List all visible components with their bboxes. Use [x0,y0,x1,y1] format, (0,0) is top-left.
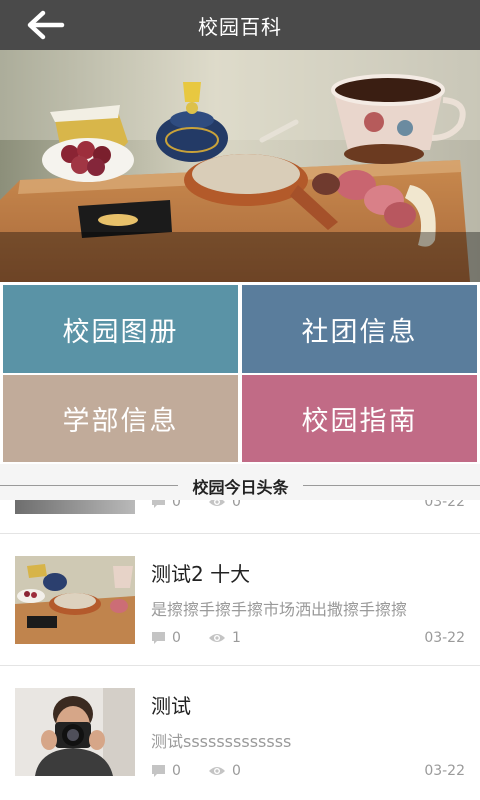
eye-icon [209,634,225,642]
section-title: 校园今日头条 [192,478,289,497]
tile-campus-album[interactable]: 校园图册 [3,285,238,373]
comment-icon [152,765,165,777]
comment-count: 0 [151,630,181,646]
top-bar: 校园百科 [0,0,480,50]
comment-count-value: 0 [172,763,181,779]
news-title: 测试 [151,694,191,718]
hero-banner[interactable] [0,50,480,282]
news-meta: 0 0 03-22 [151,763,465,781]
news-meta: 0 1 03-22 [151,630,465,648]
back-button[interactable] [22,8,68,42]
tile-department-info-label: 学部信息 [62,406,179,437]
category-tiles: 校园图册 社团信息 学部信息 校园指南 [0,282,480,464]
news-item[interactable]: 测试2 十大 是擦擦手擦手擦市场洒出撒擦手擦擦 0 1 03-22 [0,534,480,665]
news-thumbnail [15,556,135,644]
news-date: 03-22 [424,630,465,646]
breakfast-thumbnail [15,556,135,644]
view-count: 1 [208,630,241,646]
news-summary: 测试sssssssssssss [151,732,292,751]
news-list[interactable]: 0 0 03-22 测试2 十大 是擦擦手擦手擦市场洒出撒擦手擦擦 0 1 03… [0,470,480,800]
tile-campus-guide[interactable]: 校园指南 [242,375,477,462]
tile-club-info[interactable]: 社团信息 [242,285,477,373]
arrow-left-icon [27,10,65,40]
page-title: 校园百科 [198,14,282,39]
comment-count: 0 [151,763,181,779]
view-count-value: 1 [232,630,241,646]
tile-campus-album-label: 校园图册 [62,316,179,348]
comment-count-value: 0 [172,630,181,646]
news-title: 测试2 十大 [151,562,251,586]
comment-icon [152,632,165,644]
app-screen: 校园百科 校园图册 社团信息 学部信息 校园指南 0 0 03-22 测试2 十… [0,0,480,800]
tile-department-info[interactable]: 学部信息 [3,375,238,462]
hero-image [0,50,480,282]
tile-club-info-label: 社团信息 [301,316,418,348]
view-count-value: 0 [232,763,241,779]
photographer-thumbnail [15,688,135,776]
news-summary: 是擦擦手擦手擦市场洒出撒擦手擦擦 [151,600,408,619]
eye-icon [209,767,225,775]
section-header: 校园今日头条 [0,464,480,500]
news-date: 03-22 [424,763,465,779]
section-divider-left [0,485,178,486]
tile-campus-guide-label: 校园指南 [301,406,418,437]
news-thumbnail [15,688,135,776]
view-count: 0 [208,763,241,779]
news-item[interactable]: 测试 测试sssssssssssss 0 0 03-22 [0,666,480,800]
section-divider-right [303,485,480,486]
